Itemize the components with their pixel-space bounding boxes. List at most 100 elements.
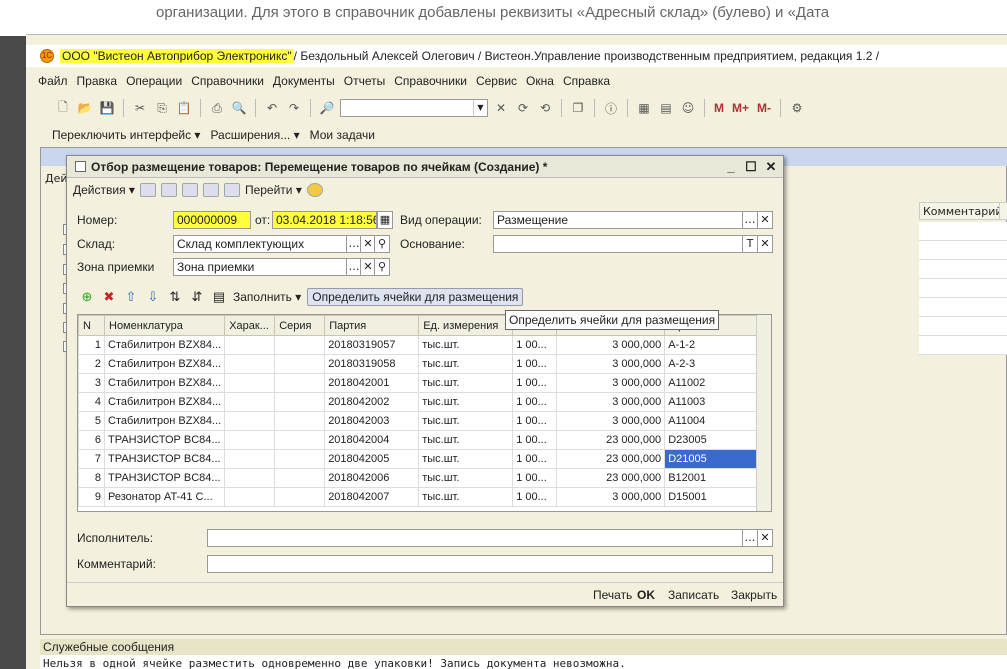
menu-item[interactable]: Справочники (191, 74, 264, 88)
table-cell[interactable] (274, 449, 326, 469)
table-cell[interactable]: 1 00... (512, 411, 558, 431)
menu-item[interactable]: Отчеты (344, 74, 385, 88)
users-icon[interactable]: ☺ (679, 99, 697, 117)
operation-field[interactable]: Размещение (493, 211, 743, 229)
warehouse-field[interactable]: Склад комплектующих (173, 235, 347, 253)
table-cell[interactable]: тыс.шт. (418, 335, 514, 355)
table-cell[interactable]: 2018042003 (324, 411, 420, 431)
clear-icon[interactable]: ✕ (757, 211, 773, 229)
save-doc-icon[interactable] (139, 183, 156, 197)
table-cell[interactable]: 5 (78, 411, 105, 431)
table-cell[interactable]: Стабилитрон BZX84... (103, 392, 226, 412)
table-cell[interactable]: тыс.шт. (418, 430, 514, 450)
info-icon[interactable]: ⓘ (602, 99, 620, 117)
delete-row-icon[interactable]: ✖ (101, 289, 117, 305)
table-cell[interactable]: 7 (78, 449, 105, 469)
table-cell[interactable]: 2018042006 (324, 468, 420, 488)
maximize-icon[interactable]: ☐ (743, 159, 759, 175)
windows-icon[interactable]: ❐ (569, 99, 587, 117)
table-row[interactable]: 7 ТРАНЗИСТОР BC84... 2018042005 тыс.шт. 1 00… (78, 449, 760, 469)
table-cell[interactable]: 1 00... (512, 354, 558, 374)
table-cell[interactable]: 1 00... (512, 392, 558, 412)
table-cell[interactable]: 8 (78, 468, 105, 488)
table-cell[interactable] (274, 335, 326, 355)
table-cell[interactable] (274, 411, 326, 431)
table-cell[interactable]: Стабилитрон BZX84... (103, 354, 226, 374)
table-cell[interactable]: 23 000,000 (556, 468, 666, 488)
table-cell[interactable]: 1 00... (512, 373, 558, 393)
table-cell[interactable]: тыс.шт. (418, 354, 514, 374)
column-header[interactable]: N (78, 315, 105, 336)
menu-item[interactable]: Правка (77, 74, 118, 88)
table-cell[interactable]: D23005 (664, 430, 760, 450)
table-cell[interactable]: 3 (78, 373, 105, 393)
my-tasks-button[interactable]: Мои задачи (310, 128, 375, 142)
undo-icon[interactable]: ↶ (263, 99, 281, 117)
table-row[interactable]: 8 ТРАНЗИСТОР BC84... 2018042006 тыс.шт. 1 00… (78, 468, 760, 488)
memory-plus-button[interactable]: М+ (732, 101, 749, 115)
fill-menu[interactable]: Заполнить ▾ (233, 290, 301, 304)
calendar-icon[interactable]: ▤ (657, 99, 675, 117)
table-cell[interactable] (274, 354, 326, 374)
define-cells-button[interactable]: Определить ячейки для размещения (307, 288, 524, 306)
table-cell[interactable]: тыс.шт. (418, 392, 514, 412)
search-icon[interactable]: ⚲ (374, 258, 390, 276)
table-cell[interactable]: B12001 (664, 468, 760, 488)
calculator-icon[interactable]: ▦ (635, 99, 653, 117)
table-cell[interactable]: 2018042004 (324, 430, 420, 450)
table-cell[interactable] (224, 487, 276, 507)
goto-menu[interactable]: Перейти ▾ (245, 183, 302, 197)
menu-item[interactable]: Операции (126, 74, 182, 88)
comment-field[interactable] (207, 555, 773, 573)
column-header[interactable]: Ед. измерения (418, 315, 514, 336)
close-icon[interactable]: ✕ (763, 159, 779, 175)
post-doc-icon[interactable] (160, 183, 177, 197)
table-cell[interactable] (274, 430, 326, 450)
table-cell[interactable] (224, 354, 276, 374)
table-cell[interactable]: 3 000,000 (556, 487, 666, 507)
table-cell[interactable] (274, 468, 326, 488)
copy-icon[interactable]: ⎘ (153, 99, 171, 117)
search-icon[interactable]: 🔎 (318, 99, 336, 117)
table-cell[interactable]: тыс.шт. (418, 411, 514, 431)
table-cell[interactable]: тыс.шт. (418, 468, 514, 488)
table-cell[interactable]: ТРАНЗИСТОР BC84... (103, 449, 226, 469)
column-header[interactable]: Партия (324, 315, 420, 336)
column-header[interactable]: Номенклатура (103, 315, 226, 336)
table-row[interactable]: 4 Стабилитрон BZX84... 2018042002 тыс.шт. 1 … (78, 392, 760, 412)
table-cell[interactable]: тыс.шт. (418, 487, 514, 507)
column-header[interactable]: Харак... (224, 315, 276, 336)
refresh-icon[interactable] (181, 183, 198, 197)
table-row[interactable]: 3 Стабилитрон BZX84... 2018042001 тыс.шт. 1 … (78, 373, 760, 393)
table-cell[interactable]: Стабилитрон BZX84... (103, 335, 226, 355)
table-cell[interactable] (224, 430, 276, 450)
table-cell[interactable]: 3 000,000 (556, 335, 666, 355)
table-cell[interactable]: 20180319057 (324, 335, 420, 355)
table-cell[interactable] (274, 373, 326, 393)
clear-icon[interactable]: ✕ (757, 235, 773, 253)
executor-field[interactable] (207, 529, 743, 547)
open-icon[interactable]: 📂 (76, 99, 94, 117)
pick-icon[interactable]: ▤ (211, 289, 227, 305)
table-row[interactable]: 6 ТРАНЗИСТОР BC84... 2018042004 тыс.шт. 1 00… (78, 430, 760, 450)
movements-icon[interactable] (223, 183, 240, 197)
memory-minus-button[interactable]: М- (757, 101, 771, 115)
select-button[interactable]: … (742, 529, 758, 547)
help-icon[interactable] (306, 183, 323, 197)
table-cell[interactable]: 9 (78, 487, 105, 507)
table-cell[interactable]: Резонатор AT-41 C... (103, 487, 226, 507)
new-doc-icon[interactable]: 🗋 (54, 99, 72, 117)
table-cell[interactable]: ТРАНЗИСТОР BC84... (103, 430, 226, 450)
menu-item[interactable]: Справочники (394, 74, 467, 88)
find-prev-icon[interactable]: ⟲ (536, 99, 554, 117)
paste-icon[interactable]: 📋 (175, 99, 193, 117)
table-cell[interactable]: 2018042005 (324, 449, 420, 469)
search-input[interactable]: ▼ (340, 99, 488, 117)
column-header[interactable]: Серия (274, 315, 326, 336)
print-icon[interactable]: ⎙ (208, 99, 226, 117)
chevron-down-icon[interactable]: ▼ (473, 100, 487, 116)
table-cell[interactable]: 1 00... (512, 487, 558, 507)
table-cell[interactable] (224, 335, 276, 355)
table-cell[interactable]: 1 00... (512, 468, 558, 488)
table-cell[interactable] (224, 373, 276, 393)
